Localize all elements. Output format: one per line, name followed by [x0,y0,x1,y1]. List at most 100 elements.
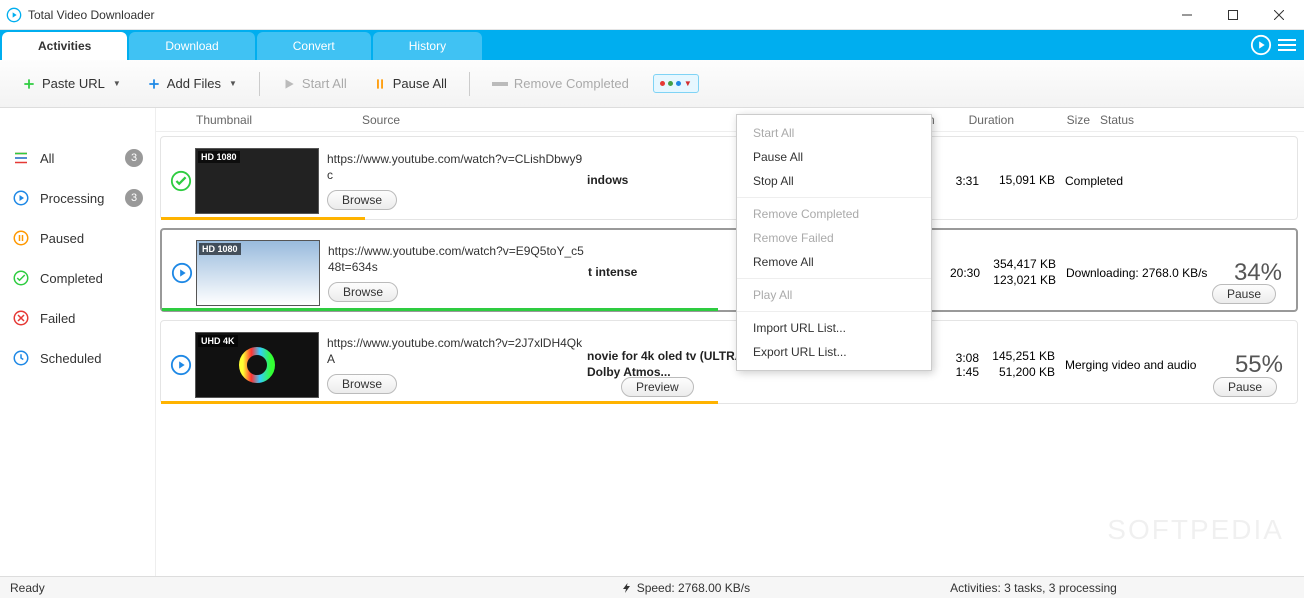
chevron-down-icon: ▼ [229,79,237,88]
column-source: Source [362,113,622,127]
progress-bar [162,308,718,311]
play-all-icon[interactable] [1250,34,1272,56]
thumb-badge: HD 1080 [198,151,240,163]
duration-value: 20:30 [924,266,980,280]
sidebar-item-label: Completed [40,271,103,286]
column-headers: Thumbnail Source Resolution Duration Siz… [156,108,1304,132]
column-size: Size [1014,113,1090,127]
check-circle-icon [12,269,30,287]
sidebar-item-processing[interactable]: Processing 3 [0,178,155,218]
status-speed: Speed: 2768.00 KB/s [621,581,750,595]
menu-remove-all[interactable]: Remove All [737,250,931,274]
add-files-button[interactable]: Add Files ▼ [139,69,245,99]
tab-activities[interactable]: Activities [2,32,127,60]
bolt-icon [621,582,633,594]
download-row[interactable]: HD 1080 https://www.youtube.com/watch?v=… [160,136,1298,220]
minimize-button[interactable] [1164,0,1210,30]
tab-history[interactable]: History [373,32,482,60]
thumbnail: HD 1080 [196,240,320,306]
watermark: SOFTPEDIA [1107,514,1284,546]
paste-url-label: Paste URL [42,76,105,91]
download-row[interactable]: UHD 4K https://www.youtube.com/watch?v=2… [160,320,1298,404]
menu-separator [737,278,931,279]
separator [469,72,470,96]
menu-export-url-list[interactable]: Export URL List... [737,340,931,364]
menu-icon[interactable] [1278,36,1296,54]
menu-stop-all[interactable]: Stop All [737,169,931,193]
x-circle-icon [12,309,30,327]
plus-icon [22,77,36,91]
thumb-badge: HD 1080 [199,243,241,255]
preview-button[interactable]: Preview [621,377,694,397]
row-status-icon [168,262,196,284]
row-status-icon [167,170,195,192]
chevron-down-icon: ▼ [684,79,692,88]
source-url: https://www.youtube.com/watch?v=E9Q5toY_… [328,244,588,275]
menu-play-all[interactable]: Play All [737,283,931,307]
menu-start-all[interactable]: Start All [737,121,931,145]
pause-all-label: Pause All [393,76,447,91]
menu-remove-failed[interactable]: Remove Failed [737,226,931,250]
tab-download[interactable]: Download [129,32,254,60]
menu-pause-all[interactable]: Pause All [737,145,931,169]
play-icon [282,77,296,91]
add-files-label: Add Files [167,76,221,91]
sidebar-item-label: Processing [40,191,104,206]
more-actions-menu: Start All Pause All Stop All Remove Comp… [736,114,932,371]
tab-convert[interactable]: Convert [257,32,371,60]
progress-bar [161,217,365,220]
plus-icon [147,77,161,91]
pause-icon [373,77,387,91]
sidebar: All 3 Processing 3 Paused Completed Fail… [0,108,156,576]
size-value: 354,417 KB 123,021 KB [980,257,1056,288]
sidebar-item-completed[interactable]: Completed [0,258,155,298]
remove-completed-button[interactable]: Remove Completed [484,69,637,99]
app-icon [6,7,22,23]
pause-all-button[interactable]: Pause All [365,69,455,99]
pause-button[interactable]: Pause [1213,377,1277,397]
sidebar-item-paused[interactable]: Paused [0,218,155,258]
status-ready: Ready [10,581,45,595]
pause-button[interactable]: Pause [1212,284,1276,304]
sidebar-item-all[interactable]: All 3 [0,138,155,178]
more-actions-button[interactable]: ▼ [653,74,699,93]
sidebar-item-label: Failed [40,311,75,326]
speed-value: Speed: 2768.00 KB/s [637,581,750,595]
progress-bar [161,401,718,404]
content-area: Thumbnail Source Resolution Duration Siz… [156,108,1304,576]
menu-import-url-list[interactable]: Import URL List... [737,316,931,340]
menu-separator [737,311,931,312]
list-icon [12,149,30,167]
menu-remove-completed[interactable]: Remove Completed [737,202,931,226]
sidebar-item-failed[interactable]: Failed [0,298,155,338]
separator [259,72,260,96]
source-url: https://www.youtube.com/watch?v=CLishDbw… [327,152,587,183]
paste-url-button[interactable]: Paste URL ▼ [14,69,129,99]
column-duration: Duration [958,113,1014,127]
dot-icon [676,81,681,86]
count-badge: 3 [125,149,143,167]
download-row[interactable]: HD 1080 https://www.youtube.com/watch?v=… [160,228,1298,312]
status-value: Completed [1055,174,1289,188]
status-value: Downloading: 2768.0 KB/s [1066,266,1207,280]
browse-button[interactable]: Browse [328,282,398,302]
thumbnail: HD 1080 [195,148,319,214]
pause-circle-icon [12,229,30,247]
close-button[interactable] [1256,0,1302,30]
sidebar-item-scheduled[interactable]: Scheduled [0,338,155,378]
browse-button[interactable]: Browse [327,374,397,394]
title-bar: Total Video Downloader [0,0,1304,30]
count-badge: 3 [125,189,143,207]
status-bar: Ready Speed: 2768.00 KB/s Activities: 3 … [0,576,1304,598]
status-activities: Activities: 3 tasks, 3 processing [950,581,1117,595]
start-all-label: Start All [302,76,347,91]
sidebar-item-label: All [40,151,54,166]
maximize-button[interactable] [1210,0,1256,30]
menu-separator [737,197,931,198]
progress-percent: 55% [1235,351,1283,379]
browse-button[interactable]: Browse [327,190,397,210]
status-value: Merging video and audio [1065,358,1196,372]
clock-icon [12,349,30,367]
remove-completed-label: Remove Completed [514,76,629,91]
start-all-button[interactable]: Start All [274,69,355,99]
